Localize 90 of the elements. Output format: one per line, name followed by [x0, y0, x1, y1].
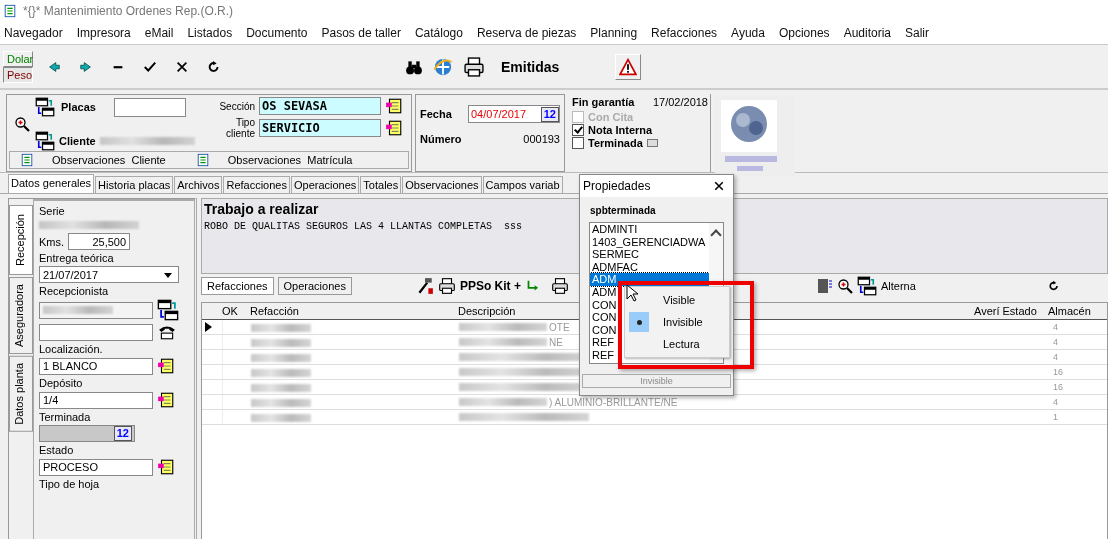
- menu-item[interactable]: Catálogo: [414, 26, 463, 40]
- tab[interactable]: Observaciones: [402, 176, 482, 193]
- list-item[interactable]: ADMFAC: [590, 260, 709, 274]
- column-header[interactable]: Averí Estado: [898, 305, 1048, 317]
- field-label: Fecha: [420, 108, 452, 120]
- list-item[interactable]: ADMINTI: [590, 223, 709, 236]
- tab[interactable]: Operaciones: [291, 176, 360, 193]
- tab[interactable]: Refacciones: [223, 176, 290, 193]
- notes-button[interactable]: Observaciones Matrícula: [195, 153, 353, 167]
- menu-item[interactable]: Listados: [187, 26, 233, 40]
- work-description: ROBO DE QUALITAS SEGUROS LAS 4 LLANTAS COMPLETAS sss: [204, 221, 523, 232]
- tab[interactable]: Refacciones: [201, 277, 274, 295]
- input-field[interactable]: 1 BLANCO: [39, 357, 153, 375]
- list-item[interactable]: 1403_GERENCIADWA: [590, 235, 709, 249]
- field-label: Kms.: [39, 235, 65, 248]
- menu-item[interactable]: Pasos de taller: [321, 26, 401, 40]
- input-field[interactable]: 1/4: [39, 391, 153, 409]
- menu-item[interactable]: Lectura: [625, 333, 729, 355]
- table-cell-text: 4: [1052, 352, 1059, 362]
- menu-item[interactable]: Refacciones: [651, 26, 718, 40]
- input-field[interactable]: 25,500: [68, 233, 131, 250]
- table-cell: ) ALUMINIO-BRILLANTE/NE: [549, 396, 678, 408]
- menu-item[interactable]: eMail: [144, 26, 174, 40]
- table-cell-text: 1: [1052, 412, 1059, 422]
- field-label: Terminada: [39, 411, 92, 423]
- column-header[interactable]: OK: [222, 305, 250, 317]
- field-label: Placas: [61, 101, 96, 113]
- menu-item[interactable]: Documento: [246, 26, 308, 40]
- input-field[interactable]: SERVICIO: [259, 119, 381, 137]
- input-field[interactable]: OS SEVASA: [259, 97, 381, 115]
- checkbox-label: Terminada: [588, 137, 643, 149]
- table-cell: OTE: [549, 321, 570, 333]
- field-label: Depósito: [39, 377, 84, 389]
- field-label: Tipo de hoja: [39, 478, 101, 490]
- tab[interactable]: Datos generales: [8, 174, 95, 193]
- field-name: spbterminada: [589, 204, 657, 218]
- menu-item[interactable]: Navegador: [4, 26, 63, 40]
- tab[interactable]: Historia placas: [95, 176, 174, 193]
- dropdown-field[interactable]: 21/07/2017: [39, 266, 179, 283]
- table-cell-text: 4: [1052, 322, 1059, 332]
- alterna-button[interactable]: Alterna: [880, 280, 916, 292]
- menu-item[interactable]: Reserva de piezas: [476, 26, 577, 40]
- order-number: 000193: [523, 133, 560, 145]
- menu-item[interactable]: Invisible: [625, 311, 729, 333]
- field-label: Entrega teórica: [39, 252, 115, 264]
- table-cell-text: 16: [1052, 367, 1064, 377]
- tab[interactable]: Campos variab: [482, 176, 563, 193]
- table-cell-text: 4: [1052, 397, 1059, 407]
- field-label: Fin garantía: [572, 96, 635, 108]
- menu-item[interactable]: Salir: [905, 26, 929, 40]
- section-title: Trabajo a realizar: [204, 201, 319, 217]
- input-field[interactable]: PROCESO: [39, 458, 153, 476]
- field-label: Cliente: [59, 135, 96, 147]
- table-cell-text: 16: [1052, 382, 1064, 392]
- checkbox-label: Nota Interna: [588, 124, 653, 136]
- field-label: Sección: [218, 100, 255, 112]
- menu-item[interactable]: Auditoria: [843, 26, 891, 40]
- side-tab[interactable]: Aseguradora: [9, 277, 33, 354]
- kit-button[interactable]: PPSo Kit +: [459, 279, 521, 293]
- menu-item[interactable]: Opciones: [778, 26, 830, 40]
- field-label: Localización.: [39, 343, 104, 355]
- notes-button[interactable]: Observaciones Cliente: [20, 153, 166, 167]
- calendar-button[interactable]: 12: [113, 426, 132, 441]
- tab[interactable]: Totales: [360, 176, 402, 193]
- menu-item[interactable]: Planning: [590, 26, 638, 40]
- field-label: Tipo cliente: [225, 117, 255, 139]
- list-item[interactable]: SERMEC: [590, 248, 709, 261]
- side-tab[interactable]: Datos planta: [9, 356, 33, 432]
- field-label: Estado: [39, 444, 75, 456]
- menu-item[interactable]: Ayuda: [731, 26, 765, 40]
- menu-item[interactable]: Visible: [625, 289, 729, 311]
- tab[interactable]: Operaciones: [277, 277, 352, 295]
- warranty-date: 17/02/2018: [652, 96, 708, 108]
- window-title: *{}* Mantenimiento Ordenes Rep.(O.R.): [23, 4, 234, 18]
- table-cell-text: 4: [1052, 337, 1059, 347]
- side-tab[interactable]: Recepción: [9, 205, 33, 275]
- tab[interactable]: Archivos: [174, 176, 223, 193]
- column-header[interactable]: Refacción: [250, 305, 458, 317]
- column-header[interactable]: Almacén: [1048, 305, 1102, 317]
- currency-button[interactable]: Dolar: [3, 50, 33, 67]
- checkbox-label: Con Cita: [588, 111, 634, 123]
- calendar-button[interactable]: 12: [540, 106, 559, 122]
- field-label: Recepcionista: [39, 285, 110, 297]
- field-label: Serie: [39, 205, 66, 217]
- menu-item[interactable]: Impresora: [76, 26, 131, 40]
- dialog-title: Propiedades: [583, 179, 651, 193]
- date-field[interactable]: 04/07/2017 12: [468, 105, 560, 123]
- table-cell: NE: [549, 336, 563, 348]
- view-title: Emitidas: [501, 58, 560, 75]
- field-label: Número: [420, 133, 462, 145]
